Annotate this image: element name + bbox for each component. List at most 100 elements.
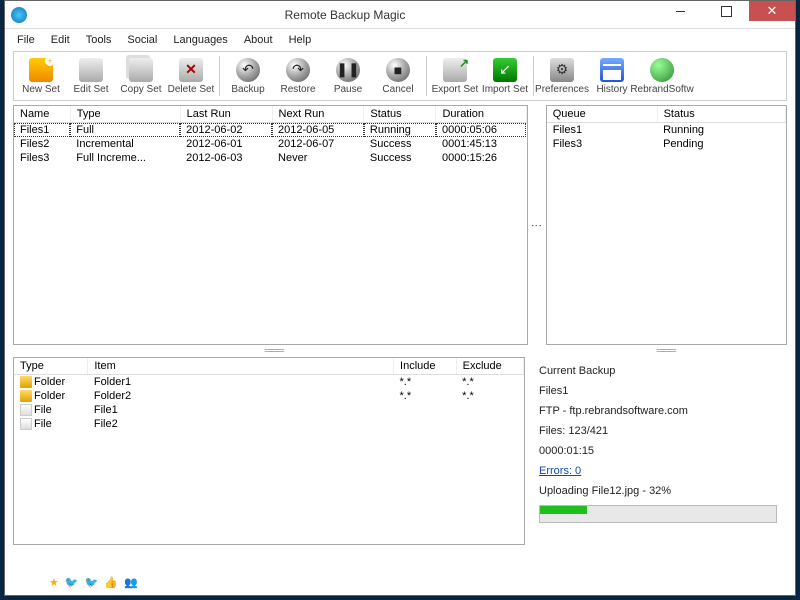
cell: Running	[657, 123, 785, 138]
current-set-name: Files1	[539, 385, 777, 397]
table-row[interactable]: FileFile1	[14, 403, 524, 417]
table-row[interactable]: FileFile2	[14, 417, 524, 431]
cell: 2012-06-01	[180, 137, 272, 151]
splitter-vertical[interactable]: ⋮	[532, 105, 542, 345]
col-type[interactable]: Type	[70, 106, 180, 123]
pause-label: Pause	[334, 84, 362, 95]
cell: Folder	[14, 389, 88, 403]
cell: Folder1	[88, 375, 394, 390]
col-include[interactable]: Include	[394, 358, 457, 375]
col-next-run[interactable]: Next Run	[272, 106, 364, 123]
cell: *.*	[394, 389, 457, 403]
cell: Files2	[14, 137, 70, 151]
cell: 0000:05:06	[436, 123, 526, 138]
menu-tools[interactable]: Tools	[78, 31, 120, 49]
col-name[interactable]: Name	[14, 106, 70, 123]
importset-icon	[493, 58, 517, 82]
cell: File2	[88, 417, 394, 431]
cell	[456, 417, 523, 431]
newset-button[interactable]: New Set	[16, 53, 66, 99]
social-icons: ★ 🐦 🐦 👍 👥	[49, 576, 138, 589]
menu-file[interactable]: File	[9, 31, 43, 49]
copyset-label: Copy Set	[120, 84, 161, 95]
col-last-run[interactable]: Last Run	[180, 106, 272, 123]
errors-link[interactable]: Errors: 0	[539, 465, 581, 477]
restore-button[interactable]: ↷Restore	[273, 53, 323, 99]
queue-pane[interactable]: QueueStatusFiles1RunningFiles3Pending	[546, 105, 787, 345]
menu-help[interactable]: Help	[281, 31, 320, 49]
col-status[interactable]: Status	[364, 106, 436, 123]
cancel-label: Cancel	[382, 84, 413, 95]
col-duration[interactable]: Duration	[436, 106, 526, 123]
current-backup-panel: Current Backup Files1 FTP - ftp.rebrands…	[529, 357, 787, 545]
cell: File	[14, 417, 88, 431]
splitter-horizontal-left[interactable]: ═══	[13, 345, 534, 357]
importset-label: Import Set	[482, 84, 528, 95]
cell: Files3	[547, 137, 657, 151]
col-type[interactable]: Type	[14, 358, 88, 375]
table-row[interactable]: FolderFolder2*.**.*	[14, 389, 524, 403]
detail-pane[interactable]: TypeItemIncludeExcludeFolderFolder1*.**.…	[13, 357, 525, 545]
cancel-icon: ■	[386, 58, 410, 82]
minimize-button[interactable]	[657, 1, 703, 21]
table-row[interactable]: FolderFolder1*.**.*	[14, 375, 524, 390]
restore-icon: ↷	[286, 58, 310, 82]
current-elapsed: 0000:01:15	[539, 445, 777, 457]
menu-about[interactable]: About	[236, 31, 281, 49]
like-icon[interactable]: 👍	[104, 576, 118, 589]
col-item[interactable]: Item	[88, 358, 394, 375]
preferences-button[interactable]: Preferences	[537, 53, 587, 99]
cell: Success	[364, 137, 436, 151]
splitter-horizontal-right[interactable]: ═══	[544, 345, 787, 357]
cancel-button[interactable]: ■ Cancel	[373, 53, 423, 99]
col-status[interactable]: Status	[657, 106, 785, 123]
menu-edit[interactable]: Edit	[43, 31, 78, 49]
table-row[interactable]: Files1Full2012-06-022012-06-05Running000…	[14, 123, 526, 138]
users-icon[interactable]: 👥	[124, 576, 138, 589]
maximize-button[interactable]	[703, 1, 749, 21]
table-row[interactable]: Files1Running	[547, 123, 786, 138]
col-exclude[interactable]: Exclude	[456, 358, 523, 375]
exportset-button[interactable]: Export Set	[430, 53, 480, 99]
current-destination: FTP - ftp.rebrandsoftware.com	[539, 405, 777, 417]
pause-button[interactable]: ❚❚Pause	[323, 53, 373, 99]
twitter-icon[interactable]: 🐦	[65, 576, 79, 589]
preferences-icon	[550, 58, 574, 82]
cell: Incremental	[70, 137, 180, 151]
toolbar-separator	[219, 56, 220, 96]
copyset-icon	[129, 58, 153, 82]
progress-bar	[539, 505, 777, 523]
copyset-button[interactable]: Copy Set	[116, 53, 166, 99]
history-label: History	[596, 84, 627, 95]
table-row[interactable]: Files3Full Increme...2012-06-03NeverSucc…	[14, 151, 526, 165]
table-row[interactable]: Files2Incremental2012-06-012012-06-07Suc…	[14, 137, 526, 151]
folder-icon	[20, 390, 32, 402]
close-button[interactable]: ✕	[749, 1, 795, 21]
rebrand-button[interactable]: RebrandSoftw	[637, 53, 687, 99]
cell: *.*	[456, 375, 523, 390]
deleteset-button[interactable]: Delete Set	[166, 53, 216, 99]
history-icon	[600, 58, 624, 82]
toolbar-separator	[533, 56, 534, 96]
cell: File	[14, 403, 88, 417]
cell: *.*	[394, 375, 457, 390]
favorite-icon[interactable]: ★	[49, 576, 59, 589]
cell: Files1	[547, 123, 657, 138]
col-queue[interactable]: Queue	[547, 106, 657, 123]
toolbar-separator	[426, 56, 427, 96]
backup-button[interactable]: ↶Backup	[223, 53, 273, 99]
file-icon	[20, 418, 32, 430]
cell: 2012-06-07	[272, 137, 364, 151]
editset-button[interactable]: Edit Set	[66, 53, 116, 99]
cell	[394, 417, 457, 431]
cell: File1	[88, 403, 394, 417]
menu-languages[interactable]: Languages	[165, 31, 235, 49]
current-file-count: Files: 123/421	[539, 425, 777, 437]
menu-social[interactable]: Social	[119, 31, 165, 49]
twitter-icon-2[interactable]: 🐦	[85, 576, 99, 589]
sets-pane[interactable]: NameTypeLast RunNext RunStatusDurationFi…	[13, 105, 528, 345]
importset-button[interactable]: Import Set	[480, 53, 530, 99]
cell: 0001:45:13	[436, 137, 526, 151]
rebrand-icon	[650, 58, 674, 82]
table-row[interactable]: Files3Pending	[547, 137, 786, 151]
